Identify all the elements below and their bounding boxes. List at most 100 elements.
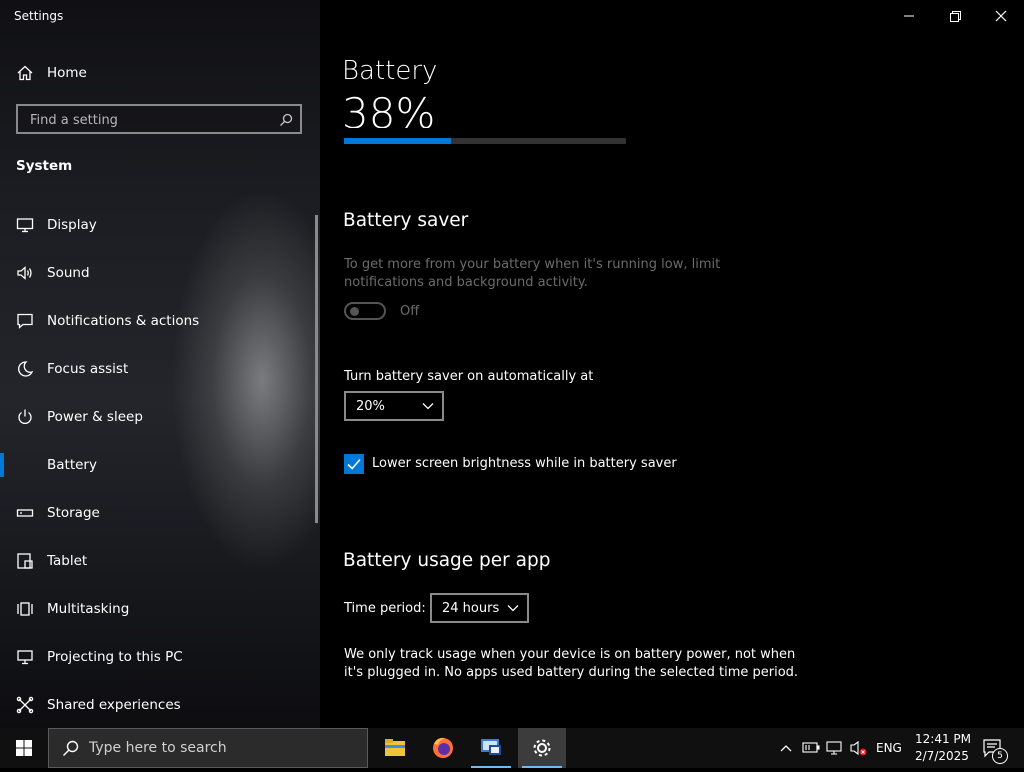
taskbar: Type here to search ENG 12:41 PM 2/7/202… — [0, 728, 1024, 768]
action-center-button[interactable]: 5 — [978, 728, 1010, 768]
display-icon — [16, 218, 34, 233]
sidebar-item-label: Shared experiences — [47, 697, 181, 713]
firefox-icon — [433, 737, 453, 758]
sidebar-item-label: Power & sleep — [47, 409, 143, 425]
usage-note: We only track usage when your device is … — [344, 647, 799, 680]
sidebar-item-home[interactable]: Home — [0, 49, 320, 97]
language-indicator[interactable]: ENG — [876, 741, 902, 755]
battery-saver-toggle[interactable] — [344, 302, 386, 320]
chevron-down-icon — [507, 605, 519, 612]
auto-threshold-dropdown[interactable]: 20% — [344, 391, 444, 421]
file-explorer-icon — [385, 739, 405, 756]
close-icon — [995, 10, 1007, 22]
close-button[interactable] — [978, 2, 1024, 30]
sidebar-item-storage[interactable]: Storage — [0, 489, 320, 537]
battery-tray-button[interactable] — [800, 728, 822, 768]
sidebar-item-notifications[interactable]: Notifications & actions — [0, 297, 320, 345]
battery-level-fill — [344, 138, 452, 144]
volume-muted-icon — [850, 740, 867, 756]
sidebar-item-focus-assist[interactable]: Focus assist — [0, 345, 320, 393]
network-tray-button[interactable] — [824, 728, 846, 768]
settings-window: Settings Home System Display Sound — [0, 0, 1024, 728]
home-label: Home — [47, 65, 87, 81]
find-setting-search[interactable] — [16, 104, 302, 134]
chevron-up-icon — [780, 745, 792, 752]
storage-icon — [16, 509, 34, 517]
sidebar-item-power-sleep[interactable]: Power & sleep — [0, 393, 320, 441]
sidebar-item-tablet[interactable]: Tablet — [0, 537, 320, 585]
minimize-button[interactable] — [886, 2, 932, 30]
tablet-icon — [17, 553, 33, 569]
sidebar-item-sound[interactable]: Sound — [0, 249, 320, 297]
battery-usage-heading: Battery usage per app — [343, 550, 551, 571]
clock-date[interactable]: 2/7/2025 — [915, 749, 969, 763]
clock-time[interactable]: 12:41 PM — [915, 732, 971, 746]
sidebar-item-display[interactable]: Display — [0, 201, 320, 249]
sidebar-item-multitasking[interactable]: Multitasking — [0, 585, 320, 633]
search-icon[interactable] — [278, 112, 294, 128]
battery-percentage: 38% — [342, 89, 436, 128]
restore-icon — [950, 11, 961, 22]
show-hidden-icons-button[interactable] — [776, 728, 796, 768]
sidebar-item-label: Multitasking — [47, 601, 130, 617]
lower-brightness-checkbox[interactable] — [344, 454, 364, 474]
chevron-down-icon — [422, 403, 434, 410]
battery-level-bar — [344, 138, 626, 144]
remote-desktop-icon — [481, 739, 501, 755]
page-title: Battery — [342, 56, 438, 86]
selected-indicator — [0, 453, 4, 477]
windows-logo-icon — [16, 740, 32, 756]
taskbar-settings[interactable] — [518, 728, 566, 768]
home-icon — [17, 65, 33, 81]
battery-charging-icon — [802, 742, 820, 753]
taskbar-search-box[interactable]: Type here to search — [48, 728, 368, 768]
sidebar-item-projecting[interactable]: Projecting to this PC — [0, 633, 320, 681]
battery-saver-toggle-label: Off — [400, 304, 420, 319]
battery-saver-description: To get more from your battery when it's … — [344, 257, 721, 290]
time-period-label: Time period: — [344, 601, 426, 616]
sidebar-item-label: Storage — [47, 505, 100, 521]
taskbar-remote-desktop[interactable] — [467, 728, 515, 768]
multitasking-icon — [17, 602, 33, 616]
sidebar-item-label: Sound — [47, 265, 90, 281]
restore-button[interactable] — [932, 2, 978, 30]
toggle-knob — [350, 307, 359, 316]
minimize-icon — [904, 15, 914, 17]
checkmark-icon — [347, 458, 361, 470]
sidebar-item-label: Tablet — [47, 553, 88, 569]
notification-icon — [17, 313, 33, 329]
time-period-value: 24 hours — [442, 601, 500, 616]
search-icon — [63, 740, 79, 756]
taskbar-firefox[interactable] — [419, 728, 467, 768]
volume-tray-button[interactable] — [848, 728, 870, 768]
time-period-dropdown[interactable]: 24 hours — [430, 593, 529, 623]
auto-threshold-value: 20% — [356, 399, 385, 414]
sidebar-item-label: Focus assist — [47, 361, 129, 377]
sidebar: Settings Home System Display Sound — [0, 0, 320, 728]
notification-count-badge: 5 — [992, 748, 1008, 764]
settings-gear-icon — [533, 739, 551, 757]
sidebar-scrollbar[interactable] — [315, 215, 318, 523]
speaker-icon — [17, 266, 32, 280]
battery-saver-heading: Battery saver — [343, 210, 469, 231]
network-icon — [826, 741, 842, 755]
auto-battery-saver-label: Turn battery saver on automatically at — [344, 369, 594, 384]
sidebar-item-label: Projecting to this PC — [47, 649, 183, 665]
projecting-icon — [17, 650, 33, 665]
moon-icon — [18, 361, 34, 377]
sidebar-item-label: Notifications & actions — [47, 313, 200, 329]
section-title: System — [16, 158, 73, 174]
sidebar-item-label: Display — [47, 217, 97, 233]
start-button[interactable] — [0, 728, 48, 768]
power-icon — [18, 409, 32, 424]
taskbar-search-placeholder: Type here to search — [89, 740, 227, 756]
sidebar-item-label: Battery — [47, 457, 97, 473]
shared-icon — [16, 696, 34, 714]
find-setting-input[interactable] — [28, 110, 272, 130]
lower-brightness-label: Lower screen brightness while in battery… — [372, 456, 677, 471]
sidebar-item-battery[interactable]: Battery — [0, 441, 320, 489]
taskbar-file-explorer[interactable] — [371, 728, 419, 768]
sidebar-item-shared-experiences[interactable]: Shared experiences — [0, 681, 320, 728]
battery-page: Battery 38% Battery saver To get more fr… — [320, 0, 1024, 728]
window-title: Settings — [14, 9, 64, 23]
